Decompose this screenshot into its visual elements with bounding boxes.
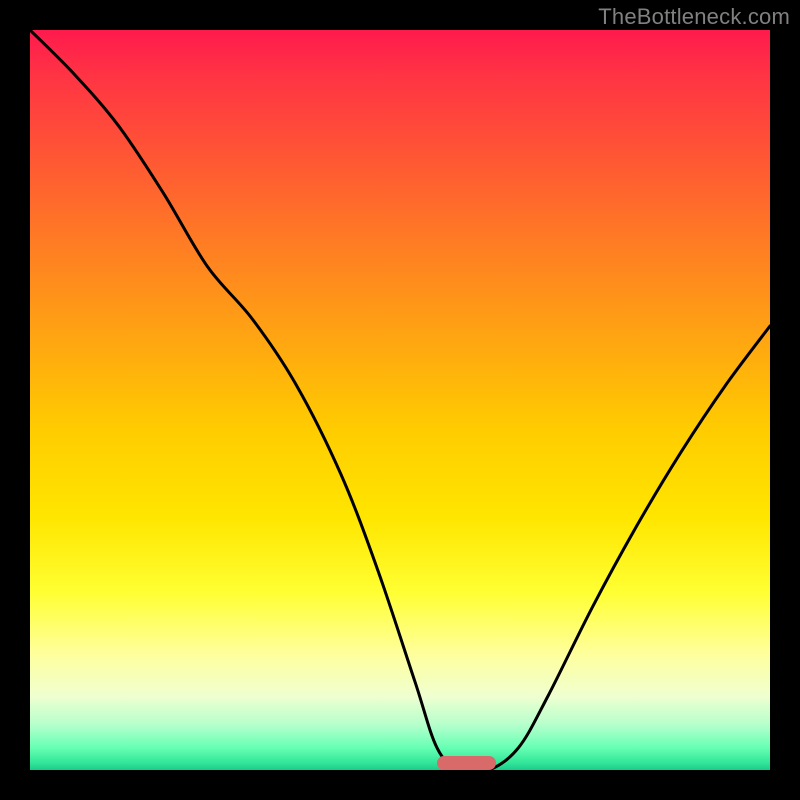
bottleneck-curve	[30, 30, 770, 770]
optimal-range-marker	[437, 756, 496, 770]
plot-area	[30, 30, 770, 770]
chart-frame: TheBottleneck.com	[0, 0, 800, 800]
watermark-text: TheBottleneck.com	[598, 4, 790, 30]
